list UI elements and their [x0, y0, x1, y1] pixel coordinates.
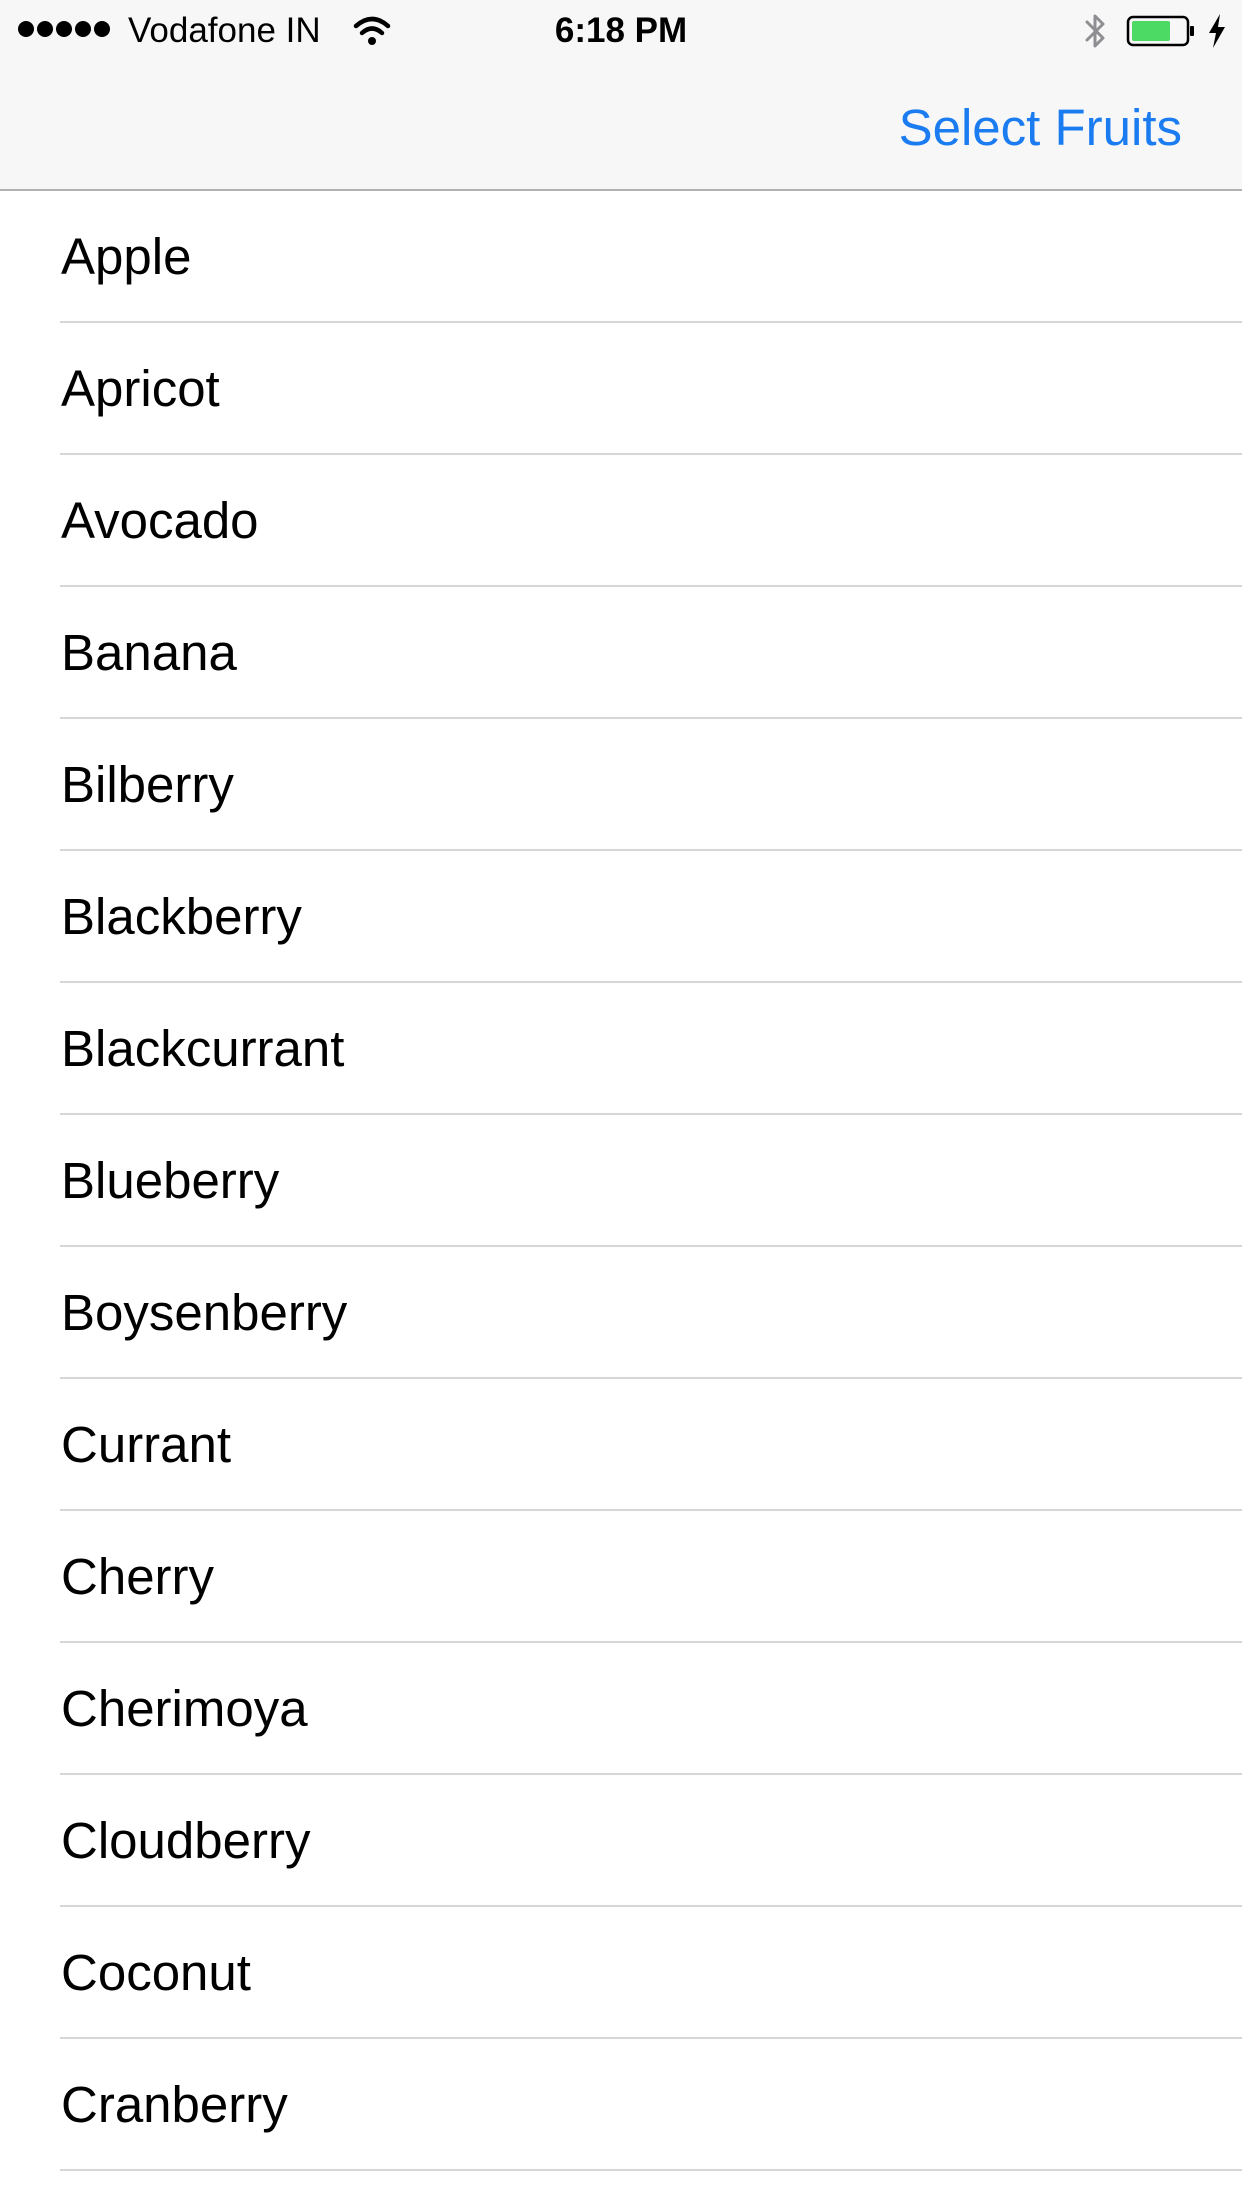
fruit-list-item[interactable]: Bilberry — [0, 719, 1242, 851]
fruit-list-item[interactable]: Cherry — [0, 1511, 1242, 1643]
fruit-list-item[interactable]: Boysenberry — [0, 1247, 1242, 1379]
nav-bar: Select Fruits — [0, 60, 1242, 189]
fruit-name: Cranberry — [61, 2076, 288, 2133]
fruit-list-item[interactable]: Apple — [0, 191, 1242, 323]
fruit-name: Blueberry — [61, 1152, 280, 1209]
app-screen: Vodafone IN 6:18 PM Select Fruits Apple — [0, 0, 1242, 2208]
fruit-list-item[interactable]: Blueberry — [0, 1115, 1242, 1247]
fruit-name: Apple — [61, 228, 192, 285]
fruit-list-item[interactable]: Avocado — [0, 455, 1242, 587]
fruit-name: Coconut — [61, 1944, 251, 2001]
fruit-name: Cherry — [61, 1548, 215, 1605]
fruit-name: Blackcurrant — [61, 1020, 345, 1077]
fruit-list-item[interactable]: Apricot — [0, 323, 1242, 455]
fruit-name: Banana — [61, 624, 237, 681]
fruit-list: Apple Apricot Avocado Banana Bilberry Blackbe… — [0, 191, 1242, 2171]
fruit-name: Avocado — [61, 492, 259, 549]
select-fruits-button[interactable]: Select Fruits — [899, 98, 1182, 158]
fruit-name: Currant — [61, 1416, 232, 1473]
fruit-list-item[interactable]: Cloudberry — [0, 1775, 1242, 1907]
fruit-list-item[interactable]: Blackcurrant — [0, 983, 1242, 1115]
fruit-list-item[interactable]: Coconut — [0, 1907, 1242, 2039]
fruit-name: Bilberry — [61, 756, 234, 813]
fruit-name: Blackberry — [61, 888, 302, 945]
status-bar: Vodafone IN 6:18 PM — [0, 0, 1242, 60]
fruit-name: Apricot — [61, 360, 220, 417]
fruit-name: Cherimoya — [61, 1680, 308, 1737]
fruit-name: Cloudberry — [61, 1812, 311, 1869]
header: Vodafone IN 6:18 PM Select Fruits — [0, 0, 1242, 191]
fruit-list-item[interactable]: Blackberry — [0, 851, 1242, 983]
status-time: 6:18 PM — [554, 11, 688, 50]
bluetooth-icon — [1085, 14, 1105, 48]
fruit-name: Boysenberry — [61, 1284, 348, 1341]
fruit-list-item[interactable]: Banana — [0, 587, 1242, 719]
fruit-list-item[interactable]: Cranberry — [0, 2039, 1242, 2171]
charging-bolt-icon — [1209, 14, 1225, 48]
battery-icon — [1126, 15, 1194, 47]
fruit-list-item[interactable]: Currant — [0, 1379, 1242, 1511]
fruit-list-item[interactable]: Cherimoya — [0, 1643, 1242, 1775]
